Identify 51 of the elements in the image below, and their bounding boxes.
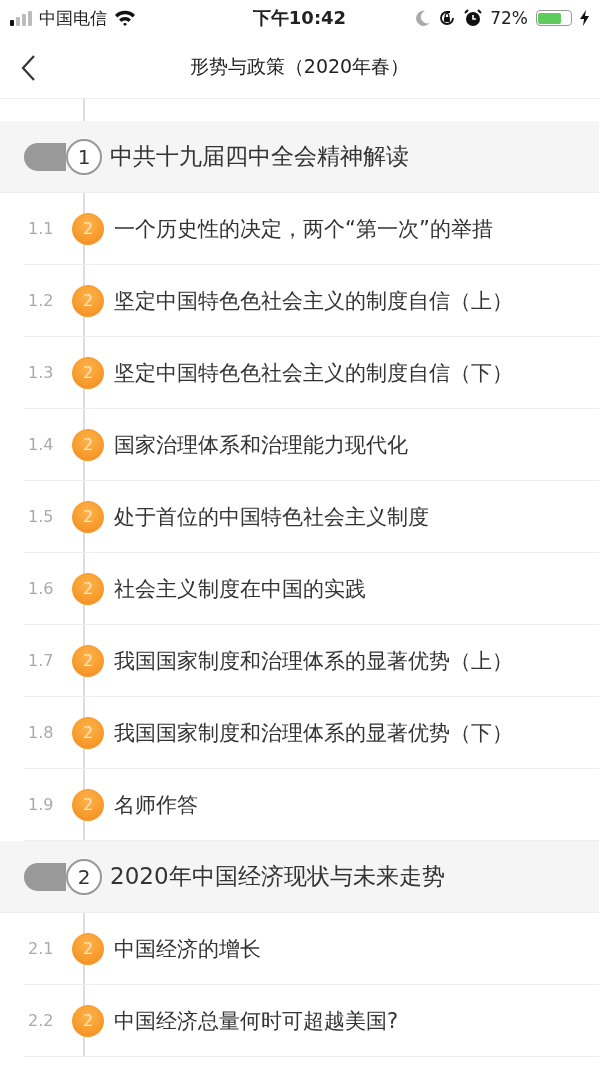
chapter-title: 中共十九届四中全会精神解读 [110,142,409,171]
lesson-badge: 2 [72,644,104,677]
lesson-badge: 2 [72,428,104,461]
chapter-toggle[interactable] [24,862,66,891]
lesson-number: 1.8 [27,723,55,742]
chapter-number: 2 [66,858,102,895]
lesson-number: 1.9 [27,795,55,814]
lesson-number: 1.1 [27,219,55,238]
lesson-number: 1.4 [27,435,55,454]
lesson-number: 1.2 [27,291,55,310]
lesson-badge: 2 [72,716,104,749]
chapter-title: 2020年中国经济现状与未来走势 [110,862,445,891]
lesson-number: 1.5 [27,507,55,526]
lesson-badge: 2 [72,500,104,533]
lesson-number: 1.6 [27,579,55,598]
chapter-toggle[interactable] [24,142,66,171]
battery-icon [536,10,572,26]
lesson-badge: 2 [72,356,104,389]
wifi-icon [114,10,136,26]
lesson-title[interactable]: 一个历史性的决定，两个“第一次”的举措 [114,214,493,243]
lesson-title[interactable]: 中国经济总量何时可超越美国? [114,1006,399,1035]
lesson-number: 2.2 [27,1011,55,1030]
rotation-lock-icon [438,9,457,27]
lesson-badge: 2 [72,932,104,965]
battery-percent: 72% [490,8,528,28]
lesson-badge: 2 [72,572,104,605]
lesson-badge: 2 [72,1004,104,1037]
lesson-title[interactable]: 我国国家制度和治理体系的显著优势（上） [114,646,513,675]
lesson-badge: 2 [72,788,104,821]
lesson-title[interactable]: 我国国家制度和治理体系的显著优势（下） [114,718,513,747]
signal-icon [10,10,32,26]
clock-time: 下午10:42 [252,6,347,30]
lesson-title[interactable]: 处于首位的中国特色社会主义制度 [114,502,429,531]
lesson-number: 1.3 [27,363,55,382]
lesson-title[interactable]: 名师作答 [114,790,198,819]
lesson-title[interactable]: 坚定中国特色色社会主义的制度自信（下） [114,358,513,387]
chapter-header[interactable]: 2 2020年中国经济现状与未来走势 [0,841,599,913]
lesson-number: 1.7 [27,651,55,670]
chapter-header[interactable]: 1 中共十九届四中全会精神解读 [0,121,599,193]
lesson-title[interactable]: 中国经济的增长 [114,934,261,963]
alarm-icon [464,9,483,27]
lesson-title[interactable]: 国家治理体系和治理能力现代化 [114,430,408,459]
moon-icon [416,10,431,26]
lesson-title[interactable]: 坚定中国特色色社会主义的制度自信（上） [114,286,513,315]
lesson-title[interactable]: 社会主义制度在中国的实践 [114,574,366,603]
lesson-badge: 2 [72,212,104,245]
carrier-name: 中国电信 [39,6,107,30]
chapter-number: 1 [66,138,102,175]
page-title: 形势与政策（2020年春） [188,54,411,79]
lesson-badge: 2 [72,284,104,317]
lesson-number: 2.1 [27,939,55,958]
